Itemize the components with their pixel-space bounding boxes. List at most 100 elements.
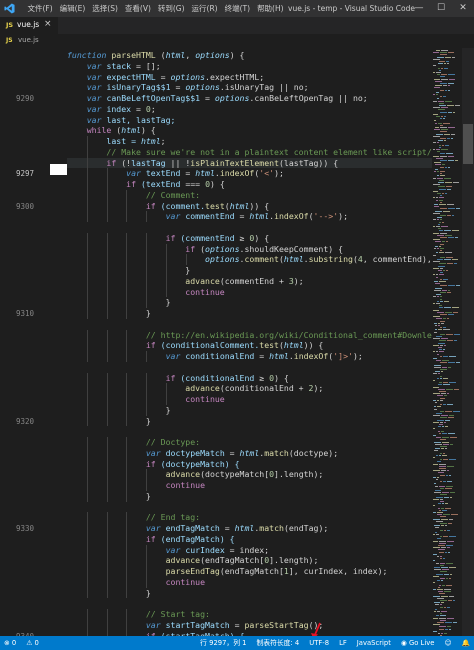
breadcrumb-file[interactable]: vue.js — [18, 36, 39, 44]
feedback-icon[interactable]: ☺ — [444, 636, 451, 650]
code-line[interactable]: advance(doctypeMatch[0].length); — [67, 469, 432, 480]
code-line[interactable]: if (endTagMatch) { — [67, 533, 432, 545]
menu-help[interactable]: 帮助(H) — [254, 0, 288, 17]
code-line[interactable]: // Make sure we're not in a plaintext co… — [67, 146, 432, 158]
indentation-setting[interactable]: 制表符长度: 4 — [257, 636, 300, 650]
code-line[interactable]: var doctypeMatch = html.match(doctype); — [67, 447, 432, 459]
code-line[interactable]: var last, lastTag; — [67, 115, 432, 126]
code-line[interactable]: } — [67, 415, 432, 427]
code-line[interactable]: var isUnaryTag$$1 = options.isUnaryTag |… — [67, 82, 432, 93]
eol-setting[interactable]: LF — [339, 636, 347, 650]
code-line[interactable]: continue — [67, 286, 432, 298]
indent-guide — [146, 404, 148, 416]
code-line[interactable]: continue — [67, 480, 432, 491]
code-line[interactable]: while (html) { — [67, 125, 432, 136]
code-line[interactable]: advance(conditionalEnd + 2); — [67, 383, 432, 394]
code-line[interactable]: var conditionalEnd = html.indexOf(']>'); — [67, 351, 432, 362]
menu-go[interactable]: 转到(G) — [154, 0, 188, 17]
menu-terminal[interactable]: 终端(T) — [221, 0, 253, 17]
tab-vue-js[interactable]: JS vue.js × — [0, 17, 58, 34]
menu-run[interactable]: 运行(R) — [188, 0, 221, 17]
minimap-stroke — [437, 56, 444, 58]
code-line[interactable] — [67, 362, 432, 373]
minimap-stroke — [442, 360, 449, 362]
code-line[interactable]: // End tag: — [67, 512, 432, 523]
code-line[interactable]: if (options.shouldKeepComment) { — [67, 243, 432, 255]
code-line[interactable]: advance(endTagMatch[0].length); — [67, 555, 432, 566]
code-line[interactable]: // Doctype: — [67, 437, 432, 448]
tab-label: vue.js — [17, 20, 40, 29]
code-line[interactable]: var index = 0; — [67, 104, 432, 115]
code-line[interactable]: var stack = []; — [67, 61, 432, 72]
cursor-position[interactable]: 行 9297，列 1 — [200, 636, 246, 650]
scrollbar-thumb[interactable] — [463, 124, 473, 164]
code-token: advance — [67, 275, 220, 286]
minimap-stroke — [440, 362, 447, 364]
minimap-stroke — [439, 263, 446, 265]
code-line[interactable] — [67, 222, 432, 233]
code-line[interactable] — [67, 598, 432, 609]
code-line[interactable]: advance(commentEnd + 3); — [67, 275, 432, 287]
menu-edit[interactable]: 编辑(E) — [56, 0, 89, 17]
code-line[interactable]: } — [67, 265, 432, 276]
code-line[interactable]: } — [67, 308, 432, 319]
code-line[interactable]: // http://en.wikipedia.org/wiki/Conditio… — [67, 329, 432, 341]
code-line[interactable]: if (comment.test(html)) { — [67, 200, 432, 212]
code-line[interactable] — [67, 502, 432, 513]
code-line[interactable]: if (conditionalComment.test(html)) { — [67, 340, 432, 351]
language-mode[interactable]: JavaScript — [357, 636, 391, 650]
minimap[interactable] — [432, 48, 462, 636]
code-line[interactable]: options.comment(html.substring(4, commen… — [67, 254, 432, 265]
encoding-setting[interactable]: UTF-8 — [309, 636, 329, 650]
menu-view[interactable]: 查看(V) — [121, 0, 154, 17]
code-line[interactable]: var expectHTML = options.expectHTML; — [67, 72, 432, 83]
minimap-stroke — [440, 278, 442, 280]
menu-selection[interactable]: 选择(S) — [89, 0, 122, 17]
code-line[interactable]: var textEnd = html.indexOf('<'); — [67, 168, 432, 179]
code-line[interactable]: if (commentEnd ≥ 0) { — [67, 232, 432, 244]
code-line[interactable] — [67, 319, 432, 330]
code-line[interactable]: var canBeLeftOpenTag$$1 = options.canBeL… — [67, 93, 432, 104]
close-tab-icon[interactable]: × — [44, 19, 52, 29]
code-line[interactable]: // Start tag: — [67, 609, 432, 620]
code-line[interactable]: } — [67, 490, 432, 502]
vertical-scrollbar[interactable] — [462, 48, 474, 636]
code-line[interactable] — [67, 426, 432, 437]
minimize-button[interactable]: — — [408, 0, 430, 17]
code-line[interactable]: continue — [67, 576, 432, 588]
minimap-stroke — [443, 278, 448, 280]
code-line[interactable]: last = html; — [67, 136, 432, 147]
code-line[interactable]: var commentEnd = html.indexOf('-->'); — [67, 211, 432, 222]
warnings-indicator[interactable]: ⚠ 0 — [26, 636, 39, 650]
minimap-stroke — [440, 171, 445, 172]
code-line[interactable]: } — [67, 587, 432, 599]
minimap-stroke — [439, 188, 446, 190]
bell-icon[interactable]: 🔔 — [462, 636, 470, 650]
minimap-stroke — [447, 340, 453, 342]
code-line[interactable]: parseEndTag(endTagMatch[1], curIndex, in… — [67, 566, 432, 577]
code-line[interactable]: if (conditionalEnd ≥ 0) { — [67, 372, 432, 384]
code-line[interactable]: var curIndex = index; — [67, 544, 432, 556]
code-line[interactable]: if (!lastTag || !isPlainTextElement(last… — [67, 157, 432, 169]
menu-file[interactable]: 文件(F) — [24, 0, 56, 17]
minimap-stroke — [433, 219, 436, 221]
maximize-button[interactable]: ☐ — [430, 0, 452, 17]
minimap-stroke — [436, 573, 443, 575]
code-line[interactable]: } — [67, 404, 432, 416]
code-line[interactable]: } — [67, 297, 432, 308]
code-token: var — [67, 619, 166, 630]
errors-indicator[interactable]: ⊗ 0 — [4, 636, 16, 650]
code-line[interactable]: var endTagMatch = html.match(endTag); — [67, 523, 432, 534]
minimap-stroke — [440, 344, 443, 346]
go-live-button[interactable]: ◉ Go Live — [401, 636, 435, 650]
code-line[interactable]: if (doctypeMatch) { — [67, 458, 432, 470]
code-line[interactable]: // Comment: — [67, 189, 432, 201]
code-line[interactable]: continue — [67, 394, 432, 405]
code-area[interactable]: function parseHTML (html, options) { var… — [67, 48, 432, 636]
code-editor[interactable]: 9290 9297 9300 9310 9320 9330 9340 function pa… — [0, 48, 432, 636]
code-line[interactable]: var startTagMatch = parseStartTag(); — [67, 619, 432, 631]
minimap-stroke — [433, 149, 435, 150]
code-line[interactable]: function parseHTML (html, options) { — [67, 50, 432, 61]
code-line[interactable]: if (textEnd === 0) { — [67, 179, 432, 190]
close-window-button[interactable]: ✕ — [452, 0, 474, 17]
